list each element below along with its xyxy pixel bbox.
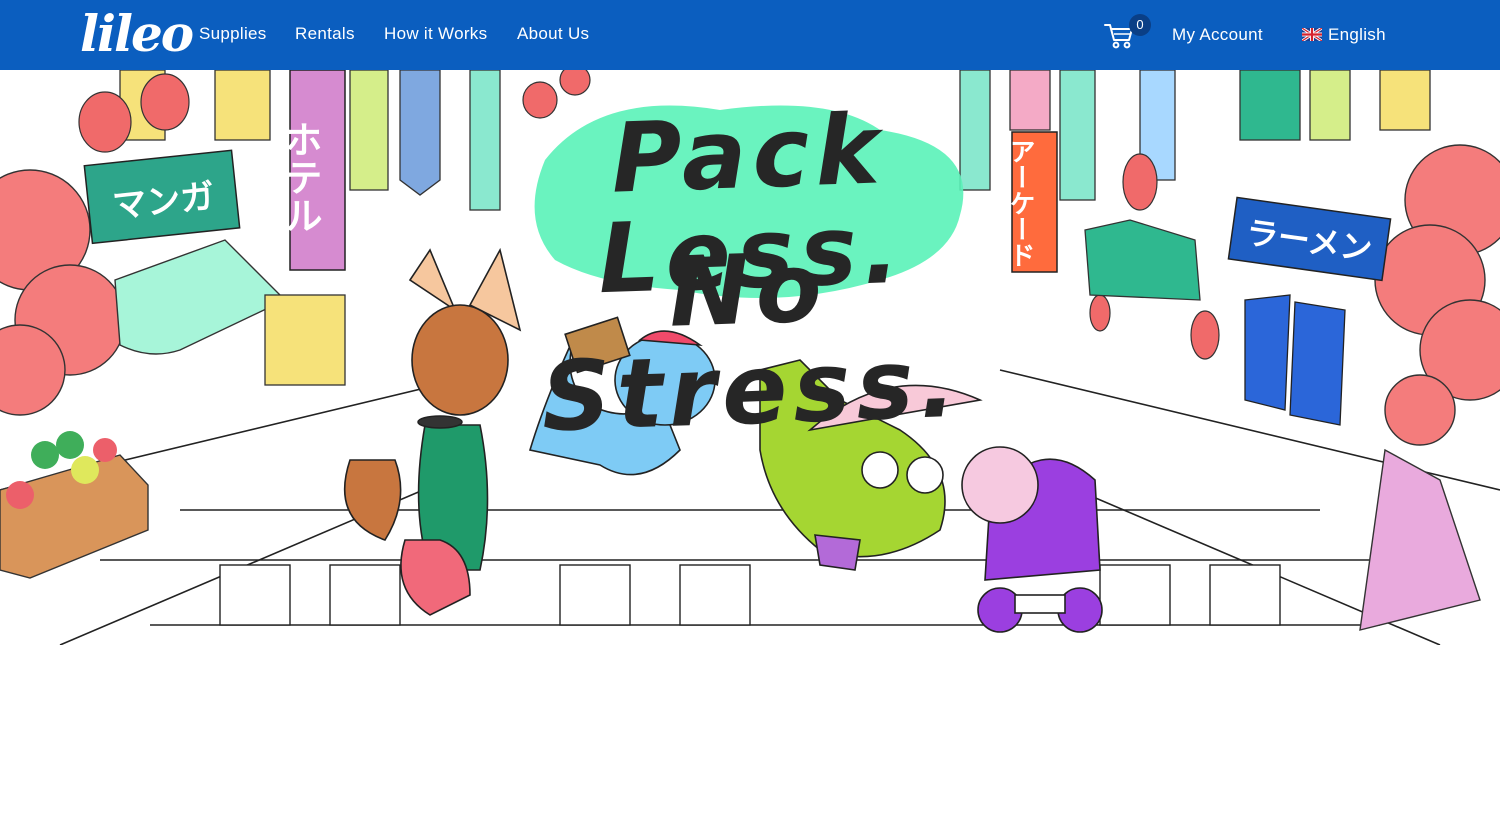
hero-banner: マンガ ホテル アーケード ラーメン Pack Less. No Stress. (0, 70, 1500, 645)
nav-about-us[interactable]: About Us (517, 22, 589, 46)
hotel-sign: ホテル (278, 70, 346, 271)
crosswalk-stripes (219, 564, 1281, 626)
my-account-link[interactable]: My Account (1172, 23, 1263, 47)
language-selector[interactable]: English (1328, 23, 1386, 47)
manga-sign: マンガ (83, 149, 241, 245)
ramen-sign: ラーメン (1227, 196, 1392, 282)
svg-text:ホテル: ホテル (278, 120, 322, 234)
nav-supplies[interactable]: Supplies (199, 22, 267, 46)
pink-a-frame-sign (1359, 448, 1481, 631)
nav-how-it-works[interactable]: How it Works (384, 22, 487, 46)
uk-flag-icon (1302, 28, 1322, 41)
right-awning (1084, 219, 1201, 301)
hero-headline-line-2: No Stress. (539, 231, 964, 454)
fruit-stand (0, 431, 149, 579)
nav-rentals[interactable]: Rentals (295, 22, 355, 46)
left-awning (114, 239, 287, 355)
cart-count-badge: 0 (1129, 14, 1151, 36)
top-navigation-bar: lileo Supplies Rentals How it Works Abou… (0, 0, 1500, 70)
lileo-logo[interactable]: lileo (80, 2, 194, 66)
stroller-panda (961, 446, 1103, 633)
noren-curtain (1244, 294, 1346, 426)
